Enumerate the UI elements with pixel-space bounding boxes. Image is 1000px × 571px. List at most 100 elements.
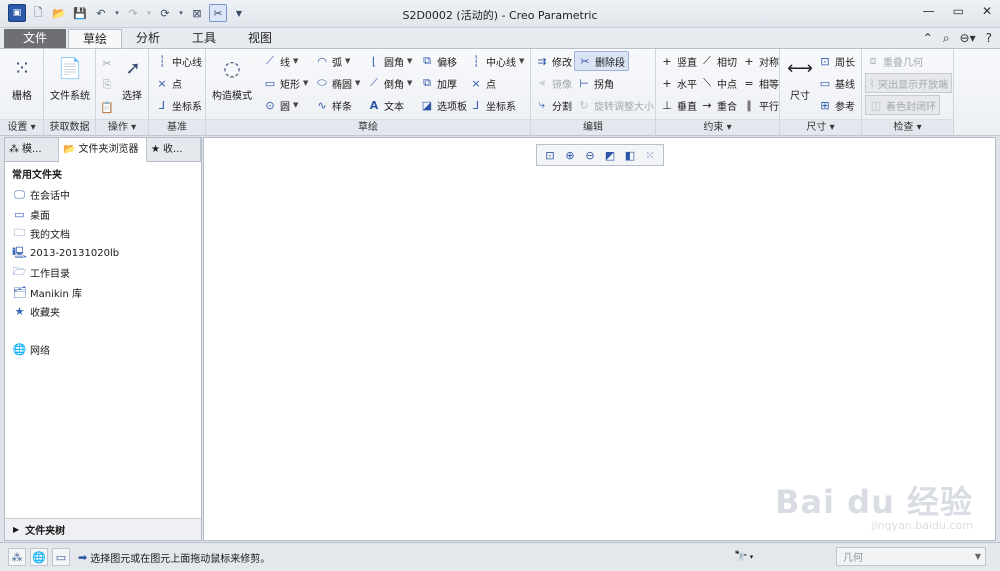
group-settings: ⁙ 栅格 设置 ▾ [0, 49, 44, 137]
tab-view[interactable]: 视图 [234, 29, 286, 48]
offset-button[interactable]: ⧉ 偏移 [420, 51, 457, 71]
chamfer-icon: ⟋ [370, 76, 378, 89]
fullscreen-icon[interactable]: ▭ [52, 548, 70, 566]
datum-csys-button[interactable]: ⅃ 坐标系 [155, 95, 202, 115]
parallel-constraint-button[interactable]: ∥ 平行 [742, 95, 779, 115]
close-icon[interactable]: ✕ [982, 4, 992, 18]
mirror-button[interactable]: ⫷ 镜像 [535, 73, 572, 93]
help-icon[interactable]: ⊖▾ [960, 31, 976, 46]
group-label-settings[interactable]: 设置 ▾ [0, 119, 43, 135]
mirror-icon: ⫷ [538, 76, 546, 89]
tab-file[interactable]: 文件 [4, 29, 66, 48]
tab-folder-browser[interactable]: 📂 文件夹浏览器 [59, 138, 147, 162]
text-button[interactable]: A 文本 [367, 95, 404, 115]
graphics-area[interactable]: ⊡ ⊕ ⊖ ◩ ◧ ⁙ Bai du 经验 jingyan.baidu.com [203, 137, 996, 541]
highlight-open-ends-button[interactable]: ⌇ 突出显示开放端 [865, 73, 952, 93]
spline-button[interactable]: ∿ 样条 [315, 95, 352, 115]
sketch-csys-button[interactable]: ⅃ 坐标系 [469, 95, 516, 115]
divide-button[interactable]: ⤷ 分割 [535, 95, 572, 115]
tab-analysis[interactable]: 分析 [122, 29, 174, 48]
minimize-icon[interactable]: — [923, 4, 935, 18]
folder-item-favorites[interactable]: ★ 收藏夹 [5, 302, 201, 322]
coincident-constraint-button[interactable]: → 重合 [700, 95, 737, 115]
help-center-icon[interactable]: ? [986, 31, 992, 46]
ellipse-button[interactable]: ⬭ 椭圆 ▼ [315, 73, 360, 93]
tangent-constraint-button[interactable]: ⟋ 相切 [700, 51, 737, 71]
perpendicular-constraint-button[interactable]: ⊥ 垂直 [660, 95, 697, 115]
arc-button[interactable]: ◠ 弧 ▼ [315, 51, 350, 71]
search-icon[interactable]: ⌕ [943, 31, 950, 46]
selection-filter[interactable]: 几何 ▼ [836, 547, 986, 566]
ellipse-icon: ⬭ [317, 76, 327, 89]
corner-button[interactable]: ⊢ 拐角 [577, 73, 614, 93]
minimize-ribbon-icon[interactable]: ⌃ [923, 31, 933, 46]
file-system-button[interactable]: 📄 文件系统 [48, 53, 92, 102]
group-label-operations[interactable]: 操作 ▾ [96, 119, 148, 135]
group-label-dimension[interactable]: 尺寸 ▾ [780, 119, 861, 135]
symmetric-constraint-button[interactable]: + 对称 [742, 51, 779, 71]
zoom-in-icon[interactable]: ⊕ [563, 148, 578, 163]
group-dimension: ⟷ 尺寸 ⊡ 周长 ▭ 基线 ⊞ 参考 尺寸 ▾ [780, 49, 862, 137]
equal-icon: = [744, 76, 754, 90]
find-button[interactable]: 🔭 ▾ [734, 547, 766, 566]
zoom-out-icon[interactable]: ⊖ [583, 148, 598, 163]
sketcher-display-filter-icon[interactable]: ⁙ [643, 148, 658, 163]
reference-button[interactable]: ⊞ 参考 [818, 95, 855, 115]
tab-tools[interactable]: 工具 [178, 29, 230, 48]
datum-point-button[interactable]: × 点 [155, 73, 182, 93]
folder-tree-toggle[interactable]: ▶ 文件夹树 [5, 518, 201, 540]
group-label-inspect[interactable]: 检查 ▾ [862, 119, 953, 135]
select-button[interactable]: ➚ 选择 [118, 53, 146, 103]
tab-model-tree[interactable]: ⁂ 模... [5, 138, 59, 162]
watermark: Bai du 经验 jingyan.baidu.com [775, 477, 973, 532]
rectangle-button[interactable]: ▭ 矩形 ▼ [263, 73, 309, 93]
navigator-toggle-icon[interactable]: ⁂ [8, 548, 26, 566]
group-operations: ✂ ⎘ 📋 ➚ 选择 操作 ▾ [96, 49, 149, 137]
perimeter-button[interactable]: ⊡ 周长 [818, 51, 855, 71]
folder-item-network[interactable]: 🌐 网络 [5, 340, 201, 360]
folder-item-in-session[interactable]: 🖵 在会话中 [5, 185, 201, 205]
folder-item-computer[interactable]: 🖳 2013-20131020lb [5, 244, 201, 264]
construction-mode-button[interactable]: ◌ 构造模式 [208, 53, 256, 102]
tab-favorites[interactable]: ★ 收... [147, 138, 201, 162]
modify-button[interactable]: ⇉ 修改 [535, 51, 572, 71]
folder-item-working-directory[interactable]: 🗁 工作目录 [5, 263, 201, 283]
shade-closed-loops-button[interactable]: ◫ 着色封闭环 [865, 95, 940, 115]
overlap-geometry-button[interactable]: ⧈ 重叠几何 [866, 51, 924, 71]
baseline-button[interactable]: ▭ 基线 [818, 73, 855, 93]
cut-button[interactable]: ✂ [100, 53, 117, 73]
copy-button[interactable]: ⎘ [100, 75, 117, 95]
datum-centerline-button[interactable]: ┆ 中心线 [155, 51, 202, 71]
circle-button[interactable]: ⊙ 圆 ▼ [263, 95, 298, 115]
palette-button[interactable]: ◪ 选项板 [420, 95, 467, 115]
repaint-icon[interactable]: ◩ [603, 148, 618, 163]
computer-icon: 🖳 [12, 245, 27, 259]
tab-sketch[interactable]: 草绘 [68, 29, 123, 48]
horizontal-constraint-button[interactable]: + 水平 [660, 73, 697, 93]
grid-button[interactable]: ⁙ 栅格 [4, 53, 40, 102]
folder-item-manikin-library[interactable]: 🗂 Manikin 库 [5, 283, 201, 303]
file-system-label: 文件系统 [50, 91, 90, 102]
sketch-centerline-button[interactable]: ┆ 中心线 ▼ [469, 51, 525, 71]
browser-toggle-icon[interactable]: 🌐 [30, 548, 48, 566]
vertical-constraint-button[interactable]: + 竖直 [660, 51, 697, 71]
rotate-resize-button[interactable]: ↻ 旋转调整大小 [577, 95, 654, 115]
folder-item-documents[interactable]: 🗀 我的文档 [5, 224, 201, 244]
fillet-button[interactable]: ⌊ 圆角 ▼ [367, 51, 413, 71]
thicken-button[interactable]: ⧉ 加厚 [420, 73, 457, 93]
sketch-point-button[interactable]: × 点 [469, 73, 496, 93]
paste-button[interactable]: 📋 [100, 97, 117, 117]
folder-item-desktop[interactable]: ▭ 桌面 [5, 205, 201, 225]
display-style-icon[interactable]: ◧ [623, 148, 638, 163]
maximize-icon[interactable]: ▭ [953, 4, 964, 18]
symmetric-icon: + [744, 54, 754, 68]
dimension-button[interactable]: ⟷ 尺寸 [784, 53, 816, 103]
line-button[interactable]: ⟋ 线 ▼ [263, 51, 298, 71]
chamfer-button[interactable]: ⟋ 倒角 ▼ [367, 73, 412, 93]
refit-icon[interactable]: ⊡ [543, 148, 558, 163]
midpoint-constraint-button[interactable]: ⟍ 中点 [700, 73, 737, 93]
group-label-constrain[interactable]: 约束 ▾ [656, 119, 779, 135]
favorites-icon: ★ [14, 305, 25, 319]
delete-segment-button[interactable]: ✂ 删除段 [574, 51, 629, 71]
equal-constraint-button[interactable]: = 相等 [742, 73, 779, 93]
